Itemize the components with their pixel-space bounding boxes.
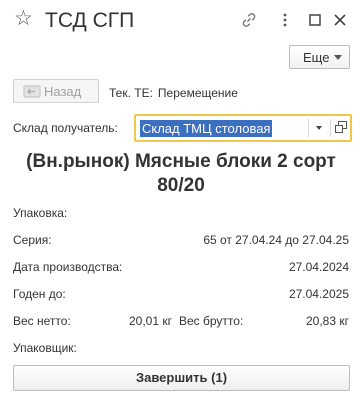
production-date-value: 27.04.2024 — [288, 260, 349, 274]
product-name: (Вн.рынок) Мясные блоки 2 сорт 80/20 — [26, 151, 336, 196]
maximize-icon[interactable] — [306, 11, 324, 29]
net-weight-label: Вес нетто: — [13, 314, 71, 328]
warehouse-field[interactable]: Склад ТМЦ столовая — [134, 114, 352, 142]
packer-label: Упаковщик: — [13, 341, 77, 355]
finish-button[interactable]: Завершить (1) — [13, 365, 350, 391]
link-icon[interactable] — [240, 11, 258, 29]
gross-weight-value: 20,83 кг — [306, 314, 349, 328]
expiry-label: Годен до: — [13, 287, 66, 301]
more-actions-button[interactable]: Еще — [289, 45, 350, 69]
current-te-value: Перемещение — [157, 86, 238, 100]
open-form-icon[interactable] — [335, 121, 347, 133]
current-te-label: Тек. ТЕ: — [109, 86, 153, 100]
window-title: ТСД СГП — [45, 9, 135, 32]
field-divider — [330, 119, 331, 137]
packaging-label: Упаковка: — [13, 206, 68, 220]
warehouse-label: Склад получатель: — [13, 121, 118, 135]
net-weight-value: 20,01 кг — [129, 314, 172, 328]
arrow-left-icon — [23, 85, 41, 98]
chevron-down-icon — [316, 126, 322, 130]
series-value: 65 от 27.04.24 до 27.04.25 — [203, 233, 349, 247]
series-label: Серия: — [13, 233, 52, 247]
field-divider — [308, 119, 309, 137]
back-button[interactable]: Назад — [13, 79, 99, 103]
title-bar: ☆ ТСД СГП — [0, 0, 362, 40]
back-button-label: Назад — [44, 84, 82, 99]
form-window: ☆ ТСД СГП Еще Назад Тек. ТЕ: Перемещение… — [0, 0, 362, 412]
warehouse-input[interactable]: Склад ТМЦ столовая — [140, 120, 273, 137]
star-icon[interactable]: ☆ — [14, 8, 33, 30]
close-icon[interactable] — [331, 11, 349, 29]
more-vertical-icon[interactable] — [282, 11, 288, 29]
chevron-down-icon — [334, 55, 342, 60]
more-actions-label: Еще — [303, 49, 330, 65]
dropdown-button[interactable] — [314, 122, 324, 134]
current-te: Тек. ТЕ: Перемещение — [109, 86, 243, 100]
gross-weight-label: Вес брутто: — [179, 314, 244, 328]
expiry-value: 27.04.2025 — [288, 287, 349, 301]
production-date-label: Дата производства: — [13, 260, 123, 274]
